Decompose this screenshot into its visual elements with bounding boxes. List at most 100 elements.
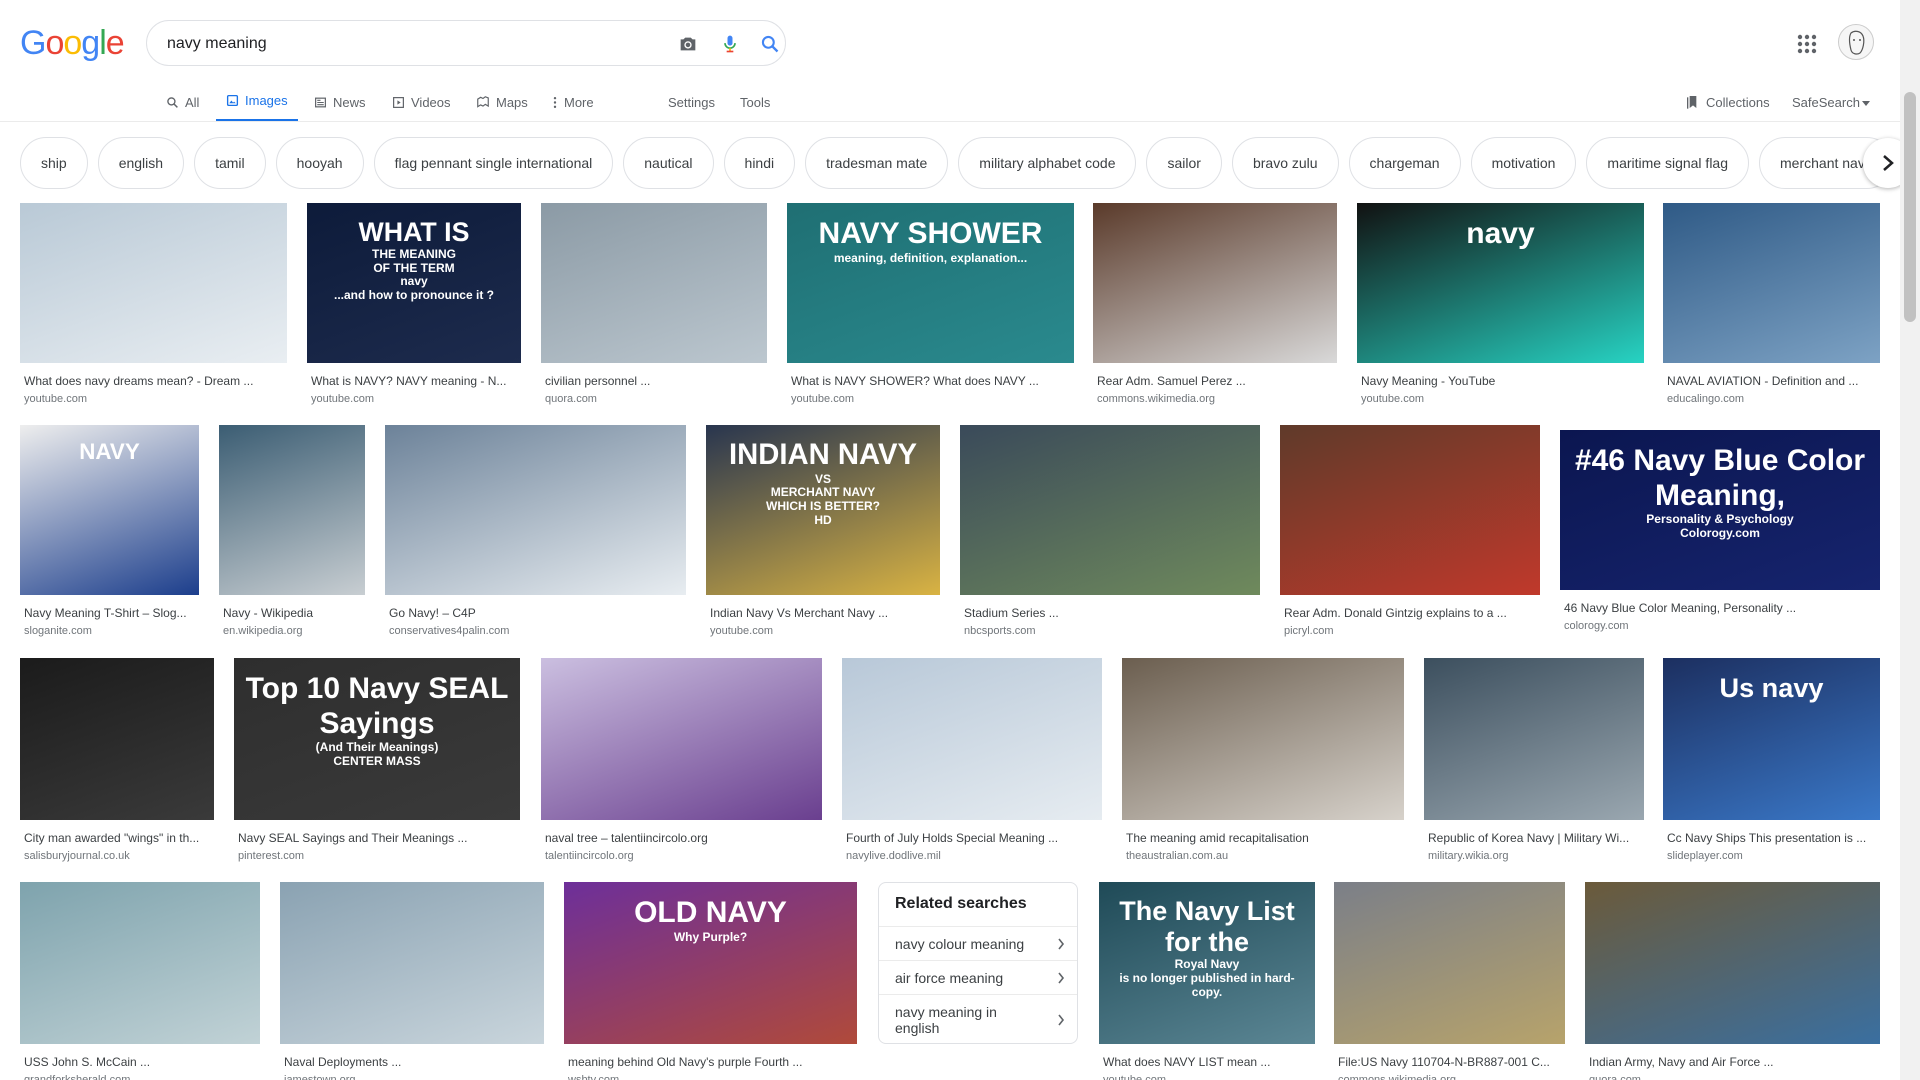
search-chip[interactable]: nautical bbox=[623, 137, 714, 189]
result-thumbnail[interactable] bbox=[280, 882, 544, 1044]
image-result[interactable]: NAVAL AVIATION - Definition and ... educa… bbox=[1663, 203, 1880, 409]
search-chip[interactable]: ship bbox=[20, 137, 88, 189]
image-result[interactable]: NAVY SHOWER meaning, definition, explanat… bbox=[787, 203, 1074, 409]
result-thumbnail[interactable] bbox=[20, 203, 287, 363]
result-thumbnail[interactable] bbox=[541, 203, 767, 363]
image-result[interactable]: Stadium Series ... nbcsports.com bbox=[960, 425, 1260, 641]
result-caption[interactable]: Go Navy! – C4P bbox=[389, 606, 684, 620]
result-caption[interactable]: naval tree – talentiincircolo.org bbox=[545, 831, 820, 845]
result-thumbnail[interactable]: OLD NAVY Why Purple? bbox=[564, 882, 857, 1044]
apps-grid-icon[interactable] bbox=[1795, 32, 1819, 56]
result-thumbnail[interactable] bbox=[842, 658, 1102, 820]
result-caption[interactable]: City man awarded "wings" in th... bbox=[24, 831, 212, 845]
result-thumbnail[interactable]: navy bbox=[1357, 203, 1644, 363]
result-caption[interactable]: Fourth of July Holds Special Meaning ... bbox=[846, 831, 1100, 845]
result-thumbnail[interactable]: INDIAN NAVY VS MERCHANT NAVY WHICH IS BETTE… bbox=[706, 425, 940, 595]
image-result[interactable]: INDIAN NAVY VS MERCHANT NAVY WHICH IS BETTE… bbox=[706, 425, 940, 641]
result-caption[interactable]: Navy Meaning T-Shirt – Slog... bbox=[24, 606, 197, 620]
image-result[interactable]: Us navy Cc Navy Ships This presentation i… bbox=[1663, 658, 1880, 866]
result-thumbnail[interactable] bbox=[20, 882, 260, 1044]
result-thumbnail[interactable]: #46 Navy Blue Color Meaning, Personality … bbox=[1560, 430, 1880, 590]
image-result[interactable]: What does navy dreams mean? - Dream ... y… bbox=[20, 203, 287, 409]
result-caption[interactable]: 46 Navy Blue Color Meaning, Personality … bbox=[1564, 601, 1878, 615]
result-thumbnail[interactable]: Top 10 Navy SEAL Sayings (And Their Meani… bbox=[234, 658, 520, 820]
result-caption[interactable]: Naval Deployments ... bbox=[284, 1055, 542, 1069]
result-caption[interactable]: Republic of Korea Navy | Military Wi... bbox=[1428, 831, 1642, 845]
related-search-item[interactable]: navy meaning in english bbox=[879, 994, 1077, 1044]
search-chip[interactable]: sailor bbox=[1146, 137, 1222, 189]
search-chip[interactable]: english bbox=[97, 137, 185, 189]
collections-link[interactable]: Collections bbox=[1686, 82, 1770, 122]
search-icon[interactable] bbox=[757, 31, 783, 57]
scrollbar[interactable] bbox=[1900, 0, 1920, 1080]
safesearch-dropdown[interactable]: SafeSearch bbox=[1792, 82, 1870, 122]
result-thumbnail[interactable] bbox=[541, 658, 822, 820]
result-caption[interactable]: Navy SEAL Sayings and Their Meanings ... bbox=[238, 831, 518, 845]
result-thumbnail[interactable] bbox=[1122, 658, 1404, 820]
result-thumbnail[interactable]: Us navy bbox=[1663, 658, 1880, 820]
tab-more[interactable]: More bbox=[552, 82, 594, 122]
image-result[interactable]: File:US Navy 110704-N-BR887-001 C... comm… bbox=[1334, 882, 1565, 1080]
image-result[interactable]: Fourth of July Holds Special Meaning ...… bbox=[842, 658, 1102, 866]
camera-icon[interactable] bbox=[675, 31, 701, 57]
result-thumbnail[interactable]: The Navy List for the Royal Navy is no lon… bbox=[1099, 882, 1315, 1044]
result-caption[interactable]: What is NAVY SHOWER? What does NAVY ... bbox=[791, 374, 1072, 388]
image-result[interactable]: #46 Navy Blue Color Meaning, Personality … bbox=[1560, 430, 1880, 636]
result-thumbnail[interactable] bbox=[385, 425, 686, 595]
search-chip[interactable]: flag pennant single international bbox=[373, 137, 614, 189]
result-caption[interactable]: USS John S. McCain ... bbox=[24, 1055, 258, 1069]
result-caption[interactable]: Navy Meaning - YouTube bbox=[1361, 374, 1642, 388]
tab-all[interactable]: All bbox=[166, 82, 199, 122]
image-result[interactable]: OLD NAVY Why Purple? meaning behind Old Na… bbox=[564, 882, 857, 1080]
image-result[interactable]: City man awarded "wings" in th... salisbu… bbox=[20, 658, 214, 866]
search-chip[interactable]: bravo zulu bbox=[1231, 137, 1339, 189]
image-result[interactable]: The Navy List for the Royal Navy is no lon… bbox=[1099, 882, 1315, 1080]
result-caption[interactable]: What is NAVY? NAVY meaning - N... bbox=[311, 374, 519, 388]
image-result[interactable]: Rear Adm. Samuel Perez ... commons.wikime… bbox=[1093, 203, 1337, 409]
result-caption[interactable]: Indian Navy Vs Merchant Navy ... bbox=[710, 606, 938, 620]
result-thumbnail[interactable]: NAVY bbox=[20, 425, 199, 595]
result-caption[interactable]: Cc Navy Ships This presentation is ... bbox=[1667, 831, 1878, 845]
tab-news[interactable]: News bbox=[314, 82, 366, 122]
search-chip[interactable]: chargeman bbox=[1348, 137, 1461, 189]
image-result[interactable]: Top 10 Navy SEAL Sayings (And Their Meani… bbox=[234, 658, 520, 866]
image-result[interactable]: Naval Deployments ... jamestown.org bbox=[280, 882, 544, 1080]
tools-link[interactable]: Tools bbox=[740, 82, 770, 122]
tab-maps[interactable]: Maps bbox=[476, 82, 528, 122]
image-result[interactable]: civilian personnel ... quora.com bbox=[541, 203, 767, 409]
result-thumbnail[interactable] bbox=[1334, 882, 1565, 1044]
image-result[interactable]: Navy - Wikipedia en.wikipedia.org bbox=[219, 425, 365, 641]
result-caption[interactable]: Navy - Wikipedia bbox=[223, 606, 363, 620]
result-thumbnail[interactable] bbox=[20, 658, 214, 820]
search-chip[interactable]: maritime signal flag bbox=[1586, 137, 1750, 189]
search-chip[interactable]: hindi bbox=[723, 137, 796, 189]
image-result[interactable]: USS John S. McCain ... grandforksherald.c… bbox=[20, 882, 260, 1080]
result-thumbnail[interactable]: WHAT IS THE MEANING OF THE TERM navy ...and … bbox=[307, 203, 521, 363]
search-input[interactable] bbox=[167, 32, 647, 56]
result-caption[interactable]: meaning behind Old Navy's purple Fourth … bbox=[568, 1055, 855, 1069]
result-caption[interactable]: civilian personnel ... bbox=[545, 374, 765, 388]
search-chip[interactable]: tamil bbox=[194, 137, 266, 189]
image-result[interactable]: WHAT IS THE MEANING OF THE TERM navy ...and … bbox=[307, 203, 521, 409]
settings-link[interactable]: Settings bbox=[668, 82, 715, 122]
result-thumbnail[interactable] bbox=[1424, 658, 1644, 820]
image-result[interactable]: NAVY Navy Meaning T-Shirt – Slog... slogan… bbox=[20, 425, 199, 641]
image-result[interactable]: navy Navy Meaning - YouTube youtube.com bbox=[1357, 203, 1644, 409]
image-result[interactable]: Indian Army, Navy and Air Force ... quora… bbox=[1585, 882, 1880, 1080]
result-caption[interactable]: Stadium Series ... bbox=[964, 606, 1258, 620]
result-caption[interactable]: File:US Navy 110704-N-BR887-001 C... bbox=[1338, 1055, 1563, 1069]
result-caption[interactable]: What does navy dreams mean? - Dream ... bbox=[24, 374, 285, 388]
image-result[interactable]: Republic of Korea Navy | Military Wi... m… bbox=[1424, 658, 1644, 866]
result-caption[interactable]: NAVAL AVIATION - Definition and ... bbox=[1667, 374, 1878, 388]
result-thumbnail[interactable] bbox=[1093, 203, 1337, 363]
related-search-item[interactable]: navy colour meaning bbox=[879, 926, 1077, 960]
result-caption[interactable]: Indian Army, Navy and Air Force ... bbox=[1589, 1055, 1878, 1069]
result-thumbnail[interactable] bbox=[219, 425, 365, 595]
avatar[interactable] bbox=[1838, 24, 1874, 60]
result-caption[interactable]: Rear Adm. Samuel Perez ... bbox=[1097, 374, 1335, 388]
scrollbar-thumb[interactable] bbox=[1904, 92, 1916, 322]
image-result[interactable]: Rear Adm. Donald Gintzig explains to a .… bbox=[1280, 425, 1540, 641]
result-thumbnail[interactable] bbox=[1585, 882, 1880, 1044]
result-caption[interactable]: What does NAVY LIST mean ... bbox=[1103, 1055, 1313, 1069]
image-result[interactable]: Go Navy! – C4P conservatives4palin.com bbox=[385, 425, 686, 641]
